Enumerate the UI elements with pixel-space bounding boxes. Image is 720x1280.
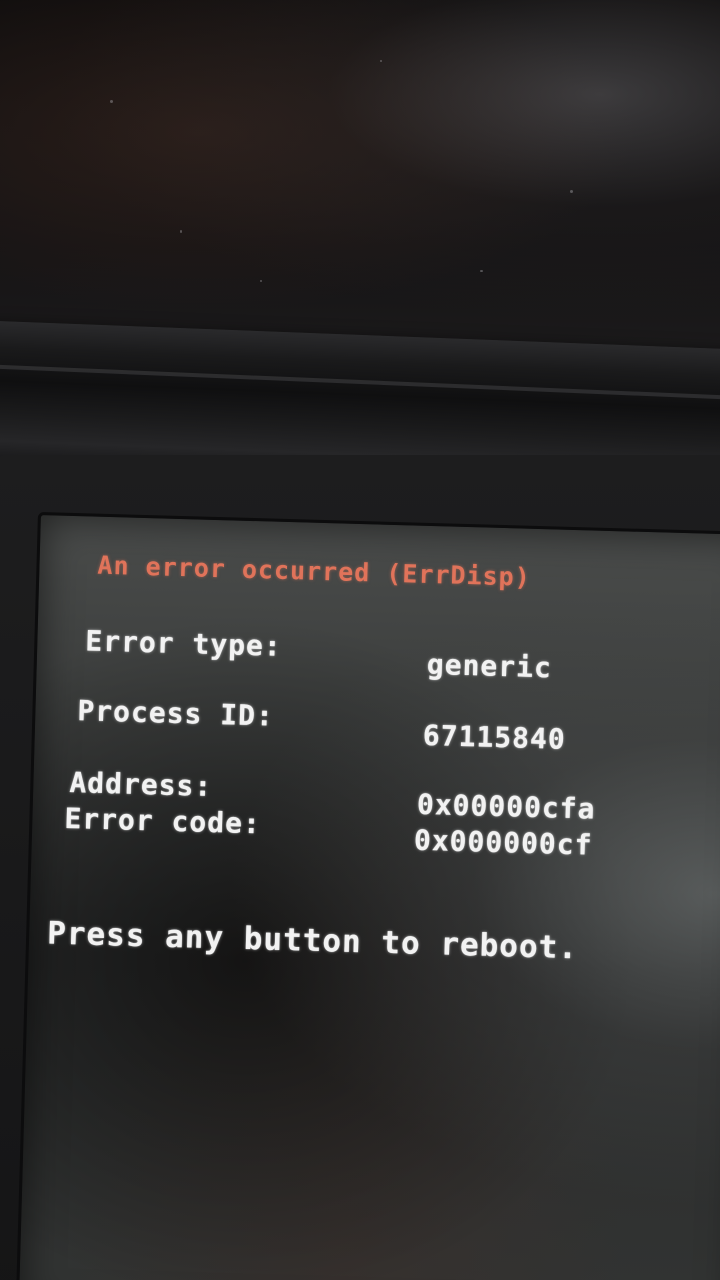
process-id-value: 67115840 <box>422 718 567 756</box>
error-code-value: 0x000000cf <box>413 823 593 862</box>
reboot-prompt[interactable]: Press any button to reboot. <box>47 915 579 966</box>
address-value: 0x00000cfa <box>416 787 596 826</box>
top-screen <box>0 0 720 360</box>
error-type-value: generic <box>426 647 553 685</box>
device-photo: An error occurred (ErrDisp) Error type: … <box>0 0 720 1280</box>
address-label: Address: <box>68 765 213 803</box>
process-id-label: Process ID: <box>77 694 275 733</box>
bottom-screen: An error occurred (ErrDisp) Error type: … <box>15 512 720 1280</box>
error-type-label: Error type: <box>84 624 283 663</box>
error-code-label: Error code: <box>63 801 262 841</box>
error-title: An error occurred (ErrDisp) <box>97 550 532 592</box>
